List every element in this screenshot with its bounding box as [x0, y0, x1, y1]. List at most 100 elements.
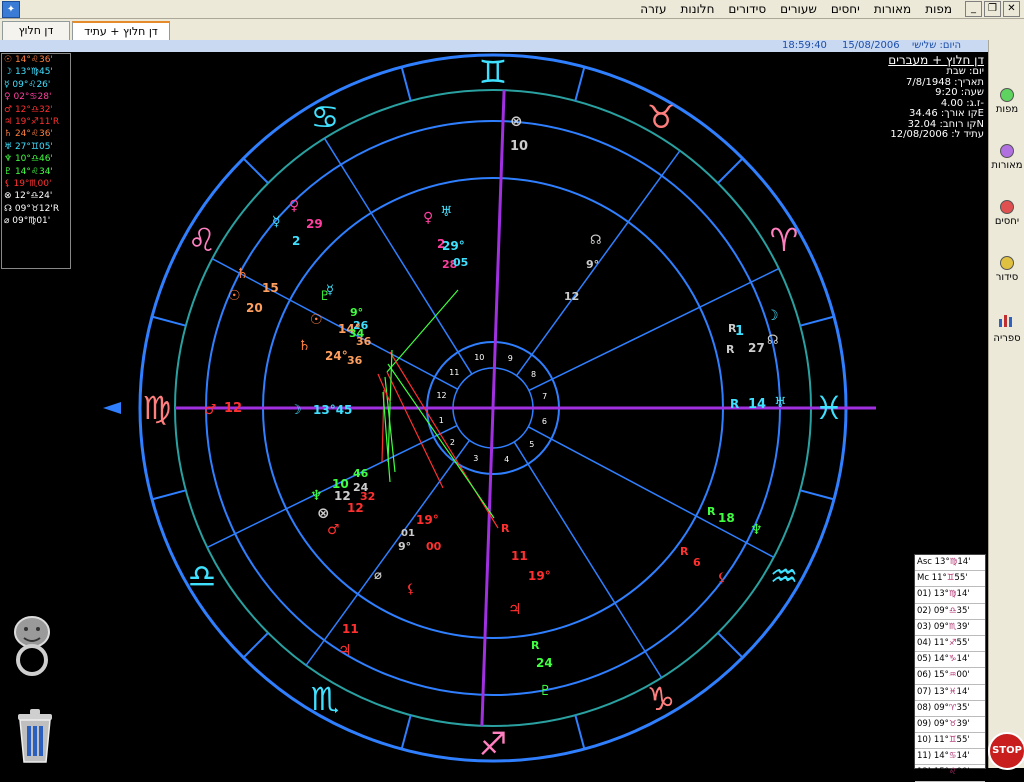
chart-glyph-label: ♇: [539, 683, 552, 699]
cusp-degree: 13°: [934, 557, 950, 567]
close-icon[interactable]: ✕: [1003, 1, 1020, 17]
planet-minutes: 34': [38, 166, 53, 177]
planet-sign: ♌: [30, 166, 39, 177]
chart-glyph-label: 24: [536, 656, 553, 670]
house-line: [305, 439, 471, 666]
planet-minutes: 01': [36, 216, 51, 227]
menu-luminaries[interactable]: מאורות: [874, 0, 911, 18]
planet-glyph: ♄: [4, 129, 13, 140]
zodiac-divider: [799, 489, 835, 501]
info-future-date: עתיד ל: 12/08/2006: [890, 129, 984, 140]
planet-glyph: ⚸: [4, 178, 11, 189]
door-knocker-icon[interactable]: [10, 614, 54, 678]
right-toolbar: מפות מאורות יחסים סידור ספריה: [988, 40, 1024, 768]
cusp-degree: 09°: [933, 718, 949, 729]
planet-degree: 24°: [14, 129, 31, 140]
planet-degree: 19°: [14, 116, 31, 127]
cusp-degree: 13°: [933, 686, 949, 697]
planet-row: ⊗ 12°♎24': [2, 190, 70, 202]
cusp-minutes: 14': [956, 751, 970, 762]
cusp-sign: ♌: [948, 767, 957, 778]
zodiac-sign-glyph: ♍: [143, 389, 172, 427]
chart-glyph-label: ♂: [327, 522, 340, 538]
app-icon[interactable]: ✦: [2, 1, 20, 18]
chart-glyph-label: 12: [564, 290, 579, 303]
chart-glyph-label: R: [726, 343, 735, 356]
planet-row: ☊ 09°♉12'R: [2, 203, 70, 215]
arrangement-label: סידור: [995, 272, 1019, 283]
chart-glyph-label: 01: [401, 528, 415, 539]
planet-minutes: 36': [38, 129, 53, 140]
cusp-degree: 09°: [933, 621, 949, 632]
house-number: 12: [436, 391, 446, 400]
planet-minutes: 46': [38, 154, 53, 165]
luminaries-button[interactable]: מאורות: [989, 144, 1024, 171]
cusp-degree: 15°: [933, 670, 949, 681]
library-button[interactable]: ספריה: [989, 312, 1024, 344]
planet-minutes: 00': [37, 178, 52, 189]
cusp-label: 10): [917, 735, 932, 746]
chart-info: דן חלוץ + מעברים יום: שבת תאריך: 7/8/194…: [860, 53, 984, 141]
tab-natal[interactable]: דן חלוץ: [2, 21, 70, 40]
zodiac-divider: [717, 157, 744, 184]
tab-natal-future[interactable]: דן חלוץ + עתיד: [72, 21, 170, 41]
cusp-sign: ♋: [948, 751, 957, 762]
zodiac-divider: [151, 489, 187, 501]
planet-minutes: 05': [38, 141, 53, 152]
planet-minutes: 36': [38, 55, 53, 65]
house-number: 4: [504, 455, 509, 464]
chart-glyph-label: ⚸: [717, 571, 727, 586]
menu-relations[interactable]: יחסים: [831, 0, 860, 18]
astrology-wheel: ♊♉♈♓♒♑♐♏♎♍♌♋ 123 456789101112 10♀29☿2♀ ♅22…: [103, 53, 876, 763]
menu-windows[interactable]: חלונות: [681, 0, 715, 18]
menu-maps[interactable]: מפות: [925, 0, 952, 18]
planet-row: ☽ 13°♍45': [2, 66, 70, 78]
planet-glyph: ♇: [4, 166, 13, 177]
zodiac-sign-glyph: ♏: [311, 680, 340, 718]
zodiac-divider: [151, 315, 187, 327]
cusp-minutes: 14': [957, 557, 971, 567]
planet-sign: ♌: [30, 55, 39, 65]
planet-degree: 12°: [14, 191, 31, 202]
planet-glyph: ♂: [4, 104, 13, 115]
menu-arrangements[interactable]: סידורים: [728, 0, 766, 18]
chart-glyph-label: ☿: [326, 283, 334, 298]
relations-label: יחסים: [994, 216, 1020, 227]
planet-minutes: 45': [38, 67, 53, 78]
planet-row: ♃ 19°♐11'R: [2, 116, 70, 128]
trash-icon[interactable]: [10, 704, 60, 766]
chart-glyph-label: 36: [347, 354, 363, 367]
minimize-icon[interactable]: _: [965, 1, 982, 17]
cusp-row: 10) 11°♊55': [915, 733, 985, 750]
planet-glyph: ☊: [4, 203, 12, 214]
house-number: 6: [542, 417, 547, 426]
house-number: 3: [473, 454, 478, 463]
planet-row: ♇ 14°♌34': [2, 166, 70, 178]
library-label: ספריה: [993, 333, 1021, 344]
house-line: [211, 258, 459, 390]
arrangement-button[interactable]: סידור: [989, 256, 1024, 283]
cusp-sign: ♎: [948, 605, 957, 616]
menu-help[interactable]: עזרה: [640, 0, 666, 18]
cusp-label: 08): [917, 702, 932, 713]
chart-glyph-label: ⊗: [510, 112, 523, 130]
chart-glyph-label: ☽: [290, 403, 302, 418]
stop-button[interactable]: STOP: [988, 732, 1024, 770]
maps-button[interactable]: מפות: [989, 88, 1024, 115]
planet-glyph: ☽: [4, 67, 13, 78]
relations-button[interactable]: יחסים: [989, 200, 1024, 227]
planet-degree: 09°: [12, 216, 29, 227]
menu-bar: ✦ מפות מאורות יחסים שעורים סידורים חלונו…: [0, 0, 1024, 19]
planet-row: ♆ 10°♎46': [2, 153, 70, 165]
zodiac-sign-glyph: ♉: [647, 98, 676, 136]
planet-row: ☉ 14°♌36': [2, 54, 70, 66]
cusp-minutes: 00': [956, 670, 970, 681]
cusp-label: 07): [917, 686, 932, 697]
zodiac-divider: [242, 632, 269, 659]
zodiac-sign-glyph: ♎: [188, 557, 217, 595]
cusp-label: 11): [917, 751, 932, 762]
chart-glyph-label: ☉: [228, 288, 241, 304]
menu-lessons[interactable]: שעורים: [780, 0, 817, 18]
chart-glyph-label: 29°: [442, 239, 465, 253]
restore-icon[interactable]: ❐: [984, 1, 1001, 17]
